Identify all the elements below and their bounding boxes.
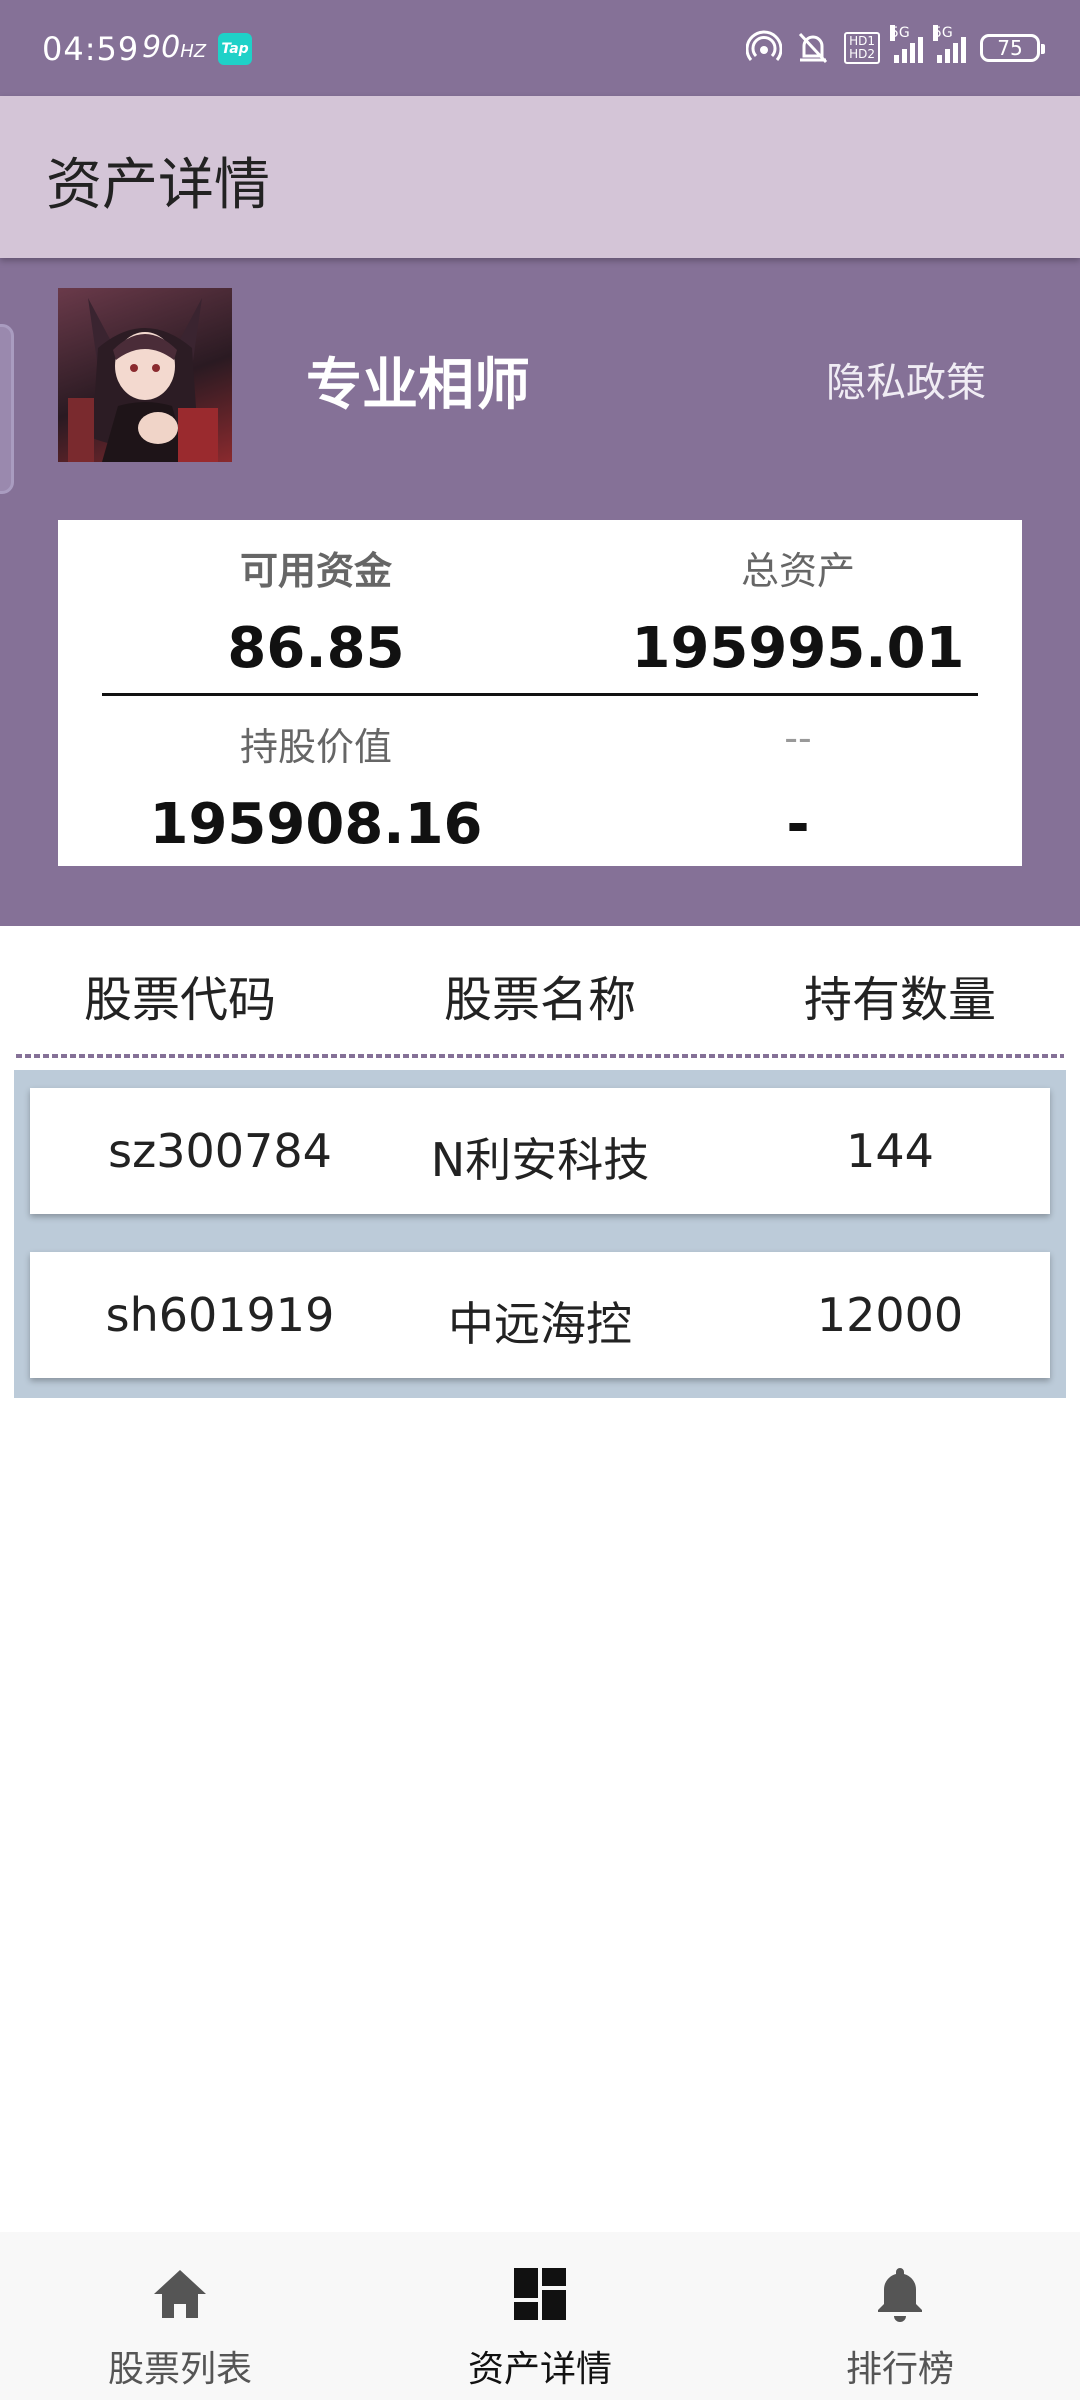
stock-quantity: 144 xyxy=(846,1124,934,1178)
signal-icon-1: 5G xyxy=(890,25,923,63)
nav-label-stock-list: 股票列表 xyxy=(107,2349,252,2390)
nav-label-asset-details: 资产详情 xyxy=(467,2349,612,2390)
table-row[interactable]: sh601919 中远海控 12000 xyxy=(30,1252,1050,1378)
extra-value: - xyxy=(786,792,810,857)
battery-icon: 75 xyxy=(980,34,1045,62)
refresh-rate-value: 90 xyxy=(142,30,181,65)
refresh-rate: 90HZ xyxy=(142,30,206,65)
holding-value-label: 持股价值 xyxy=(239,725,392,769)
status-bar: 04:59 90HZ Tap HD1 HD2 5G 5G 75 xyxy=(0,0,1080,96)
avatar[interactable] xyxy=(58,288,232,462)
table-row[interactable]: sz300784 N利安科技 144 xyxy=(30,1088,1050,1214)
total-assets-label: 总资产 xyxy=(740,549,855,593)
tap-app-icon: Tap xyxy=(218,33,252,65)
column-header-name: 股票名称 xyxy=(443,972,636,1028)
privacy-policy-link[interactable]: 隐私政策 xyxy=(826,350,986,408)
available-funds-label: 可用资金 xyxy=(239,549,392,593)
refresh-rate-unit: HZ xyxy=(180,41,207,62)
status-time: 04:59 xyxy=(42,30,140,68)
status-icons: HD1 HD2 5G 5G 75 xyxy=(746,25,1045,70)
app-bar: 资产详情 xyxy=(0,96,1080,258)
asset-summary-card: 可用资金 86.85 总资产 195995.01 持股价值 195908.16 … xyxy=(58,520,1022,866)
extra-label: -- xyxy=(784,716,812,760)
avatar-image xyxy=(68,298,218,462)
stock-name: 中远海控 xyxy=(448,1297,632,1351)
nav-item-asset-details[interactable]: 资产详情 xyxy=(360,2232,720,2400)
hd-icon: HD1 HD2 xyxy=(844,32,880,64)
bottom-navigation: 股票列表 资产详情 排行榜 xyxy=(0,2232,1080,2400)
hotspot-icon xyxy=(746,30,783,61)
side-drawer-handle[interactable] xyxy=(0,324,14,494)
nav-label-ranking: 排行榜 xyxy=(845,2349,954,2390)
signal-icon-2: 5G xyxy=(933,25,966,63)
mute-bell-icon xyxy=(798,32,828,64)
holding-value: 195908.16 xyxy=(149,792,483,857)
home-icon xyxy=(154,2270,206,2318)
stock-code: sh601919 xyxy=(105,1288,335,1342)
holdings-table-header: 股票代码 股票名称 持有数量 xyxy=(0,926,1080,1056)
stock-code: sz300784 xyxy=(108,1124,332,1178)
column-header-quantity: 持有数量 xyxy=(803,972,996,1028)
profile-section: 专业相师 隐私政策 可用资金 86.85 总资产 195995.01 持股价值 … xyxy=(0,258,1080,926)
column-header-code: 股票代码 xyxy=(83,972,276,1028)
network-label-2: 5G xyxy=(933,25,953,41)
network-label-1: 5G xyxy=(890,25,910,41)
dashboard-icon xyxy=(514,2268,566,2320)
nav-item-ranking[interactable]: 排行榜 xyxy=(720,2232,1080,2400)
user-name: 专业相师 xyxy=(306,353,530,418)
header-divider xyxy=(16,1054,1064,1058)
nav-item-stock-list[interactable]: 股票列表 xyxy=(0,2232,360,2400)
stock-name: N利安科技 xyxy=(430,1133,650,1187)
available-funds-value: 86.85 xyxy=(227,616,405,681)
bell-icon xyxy=(878,2268,922,2322)
total-assets-value: 195995.01 xyxy=(631,616,965,681)
page-title: 资产详情 xyxy=(46,153,270,218)
stock-quantity: 12000 xyxy=(816,1288,964,1342)
card-divider xyxy=(102,693,978,696)
